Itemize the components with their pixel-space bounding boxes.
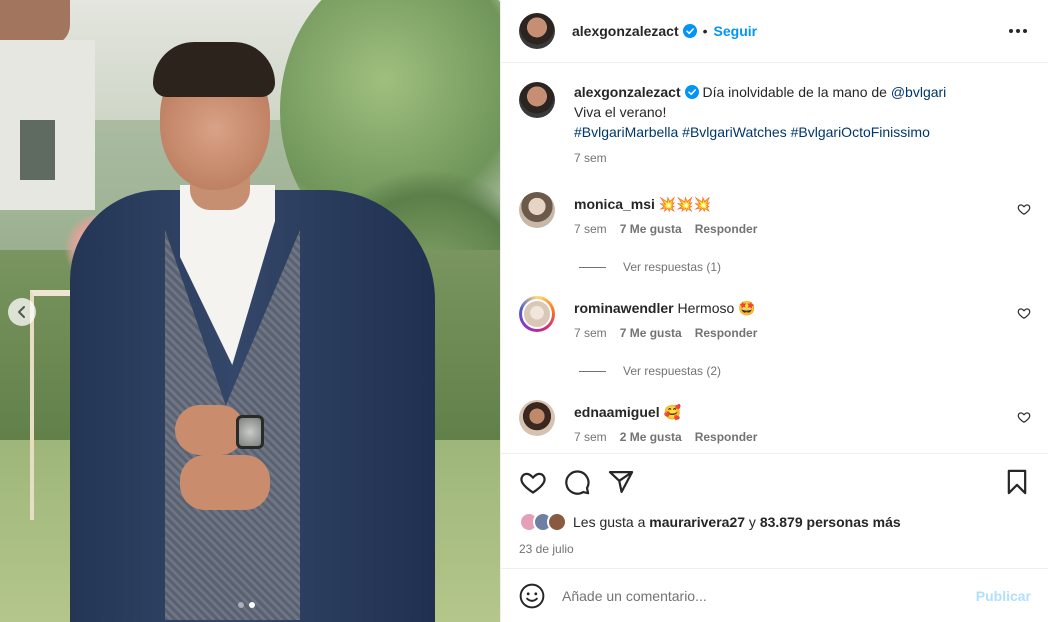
comment-likes[interactable]: 7 Me gusta xyxy=(620,326,682,340)
reply-button[interactable]: Responder xyxy=(695,430,758,444)
paper-plane-icon[interactable] xyxy=(607,468,635,496)
comment-username[interactable]: rominawendler xyxy=(574,300,674,316)
comment-likes[interactable]: 7 Me gusta xyxy=(620,222,682,236)
bookmark-icon[interactable] xyxy=(1003,468,1031,496)
author-avatar[interactable] xyxy=(519,82,555,118)
carousel-dot xyxy=(238,602,244,608)
likes-user[interactable]: maurarivera27 xyxy=(649,514,745,530)
replies-line xyxy=(579,266,606,268)
verified-badge-icon xyxy=(684,85,699,99)
caption-username[interactable]: alexgonzalezact xyxy=(574,84,681,100)
post-actions: Les gusta a maurarivera27 y 83.879 perso… xyxy=(501,453,1048,568)
more-options-button[interactable] xyxy=(1006,19,1030,43)
post-date[interactable]: 23 de julio xyxy=(519,542,1031,556)
comment-text: Hermoso 🤩 xyxy=(677,300,756,316)
commenter-avatar-inner xyxy=(522,299,552,329)
caption-mention-link[interactable]: @bvlgari xyxy=(891,84,946,100)
caption-time[interactable]: 7 sem xyxy=(574,148,946,168)
comments-list[interactable]: alexgonzalezact Día inolvidable de la ma… xyxy=(501,64,1048,453)
liker-avatar xyxy=(547,512,567,532)
comment-like-icon[interactable] xyxy=(1017,306,1031,320)
caption-text: Día inolvidable de la mano de xyxy=(702,84,891,100)
hashtag-link[interactable]: #BvlgariMarbella xyxy=(574,124,678,140)
add-comment-bar: Publicar xyxy=(501,568,1048,622)
author-avatar[interactable] xyxy=(519,13,555,49)
emoji-icon[interactable] xyxy=(519,583,545,609)
view-replies-label: Ver respuestas (1) xyxy=(623,260,722,274)
commenter-avatar[interactable] xyxy=(519,192,555,228)
view-replies-button[interactable]: Ver respuestas (1) xyxy=(579,260,1031,274)
carousel-prev-button[interactable] xyxy=(8,298,36,326)
comment-item: rominawendler Hermoso 🤩 7 sem 7 Me gusta… xyxy=(519,296,1031,340)
comment-like-icon[interactable] xyxy=(1017,202,1031,216)
comment-text: 🥰 xyxy=(663,404,681,420)
comment-item: ednaamiguel 🥰 7 sem 2 Me gusta Responder xyxy=(519,400,1031,444)
more-options-icon xyxy=(1009,29,1027,33)
comment-text: 💥💥💥 xyxy=(658,196,712,212)
comment-username[interactable]: monica_msi xyxy=(574,196,655,212)
comment-input[interactable] xyxy=(562,587,976,604)
comment-time[interactable]: 7 sem xyxy=(574,222,607,236)
comment-time[interactable]: 7 sem xyxy=(574,326,607,340)
photo-hair xyxy=(153,42,275,97)
comment-username[interactable]: ednaamiguel xyxy=(574,404,660,420)
comment-like-icon[interactable] xyxy=(1017,410,1031,424)
likes-summary[interactable]: Les gusta a maurarivera27 y 83.879 perso… xyxy=(519,512,1031,532)
likes-prefix: Les gusta a xyxy=(573,514,650,530)
reply-button[interactable]: Responder xyxy=(695,326,758,340)
comment-time[interactable]: 7 sem xyxy=(574,430,607,444)
chevron-left-icon xyxy=(18,306,25,318)
comment-item: monica_msi 💥💥💥 7 sem 7 Me gusta Responde… xyxy=(519,192,1031,236)
commenter-avatar-story[interactable] xyxy=(519,296,555,332)
likes-count[interactable]: 83.879 personas más xyxy=(760,514,901,530)
carousel-indicator xyxy=(238,602,255,608)
likes-middle: y xyxy=(745,514,760,530)
carousel-dot-active xyxy=(249,602,255,608)
post-image[interactable] xyxy=(0,0,500,622)
photo-roof xyxy=(0,0,70,45)
photo-hand xyxy=(175,405,245,455)
photo-watch xyxy=(236,415,264,449)
follow-button[interactable]: Seguir xyxy=(714,23,758,39)
commenter-avatar[interactable] xyxy=(519,400,555,436)
view-replies-button[interactable]: Ver respuestas (2) xyxy=(579,364,1031,378)
hashtag-link[interactable]: #BvlgariOctoFinissimo xyxy=(791,124,930,140)
reply-button[interactable]: Responder xyxy=(695,222,758,236)
photo-hand xyxy=(180,455,270,510)
post-header: alexgonzalezact • Seguir xyxy=(501,0,1048,63)
separator-dot: • xyxy=(702,23,708,39)
post-side-panel: alexgonzalezact • Seguir alexgonzalezact… xyxy=(500,0,1048,622)
photo-window xyxy=(20,120,55,180)
verified-badge-icon xyxy=(682,24,697,38)
comment-icon[interactable] xyxy=(563,468,591,496)
comment-likes[interactable]: 2 Me gusta xyxy=(620,430,682,444)
hashtag-link[interactable]: #BvlgariWatches xyxy=(682,124,787,140)
replies-line xyxy=(579,370,606,372)
caption-line: Viva el verano! xyxy=(574,104,667,120)
view-replies-label: Ver respuestas (2) xyxy=(623,364,722,378)
heart-icon[interactable] xyxy=(519,468,547,496)
publish-button[interactable]: Publicar xyxy=(976,588,1031,604)
post-caption: alexgonzalezact Día inolvidable de la ma… xyxy=(519,82,1031,168)
author-username[interactable]: alexgonzalezact xyxy=(572,23,679,39)
